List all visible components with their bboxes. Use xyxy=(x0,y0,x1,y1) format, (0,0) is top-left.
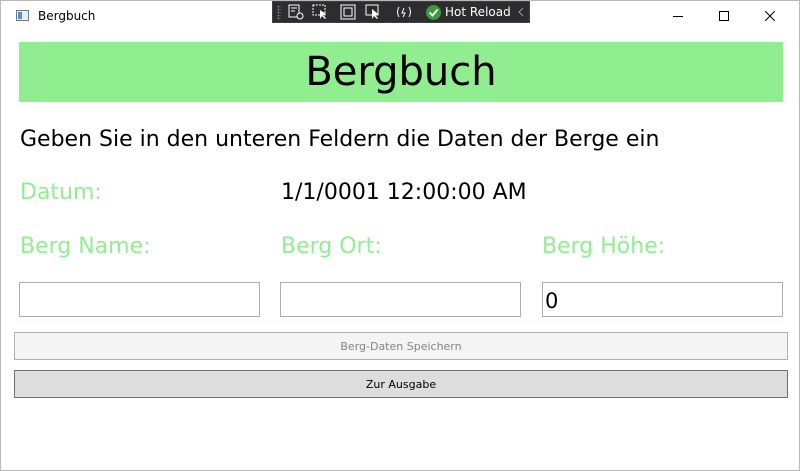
hot-reload-toolbar: Hot Reload xyxy=(272,1,530,23)
minimize-icon xyxy=(673,16,683,17)
berg-hoehe-input[interactable] xyxy=(542,282,783,317)
berg-name-input[interactable] xyxy=(19,282,260,317)
output-button[interactable]: Zur Ausgabe xyxy=(14,370,788,398)
hot-reload-label[interactable]: Hot Reload xyxy=(445,5,511,19)
close-button[interactable] xyxy=(747,1,793,31)
datum-label: Datum: xyxy=(20,180,102,205)
binding-failures-icon[interactable] xyxy=(395,4,413,20)
display-layout-adorners-icon[interactable] xyxy=(339,4,357,20)
toolbar-grip-icon[interactable] xyxy=(277,5,281,20)
save-button[interactable]: Berg-Daten Speichern xyxy=(14,332,788,360)
page-title: Bergbuch xyxy=(305,49,497,95)
hot-reload-check-icon xyxy=(426,5,441,20)
track-focused-element-icon[interactable] xyxy=(365,4,383,20)
instruction-text: Geben Sie in den unteren Feldern die Dat… xyxy=(20,127,660,152)
collapse-icon[interactable] xyxy=(516,4,526,20)
select-element-icon[interactable] xyxy=(312,4,330,20)
datum-value: 1/1/0001 12:00:00 AM xyxy=(281,180,527,205)
window-title: Bergbuch xyxy=(38,9,96,23)
app-window-icon xyxy=(16,10,29,21)
live-visual-tree-icon[interactable] xyxy=(287,4,305,20)
berg-ort-label: Berg Ort: xyxy=(281,234,382,259)
berg-name-label: Berg Name: xyxy=(20,234,151,259)
maximize-icon xyxy=(719,11,729,21)
berg-hoehe-label: Berg Höhe: xyxy=(542,234,666,259)
minimize-button[interactable] xyxy=(655,1,701,31)
close-icon xyxy=(765,11,775,21)
header-banner: Bergbuch xyxy=(19,42,783,102)
app-window: Bergbuch Hot Reload Bergbuch Geben Sie i… xyxy=(0,0,800,471)
maximize-button[interactable] xyxy=(701,1,747,31)
berg-ort-input[interactable] xyxy=(280,282,521,317)
